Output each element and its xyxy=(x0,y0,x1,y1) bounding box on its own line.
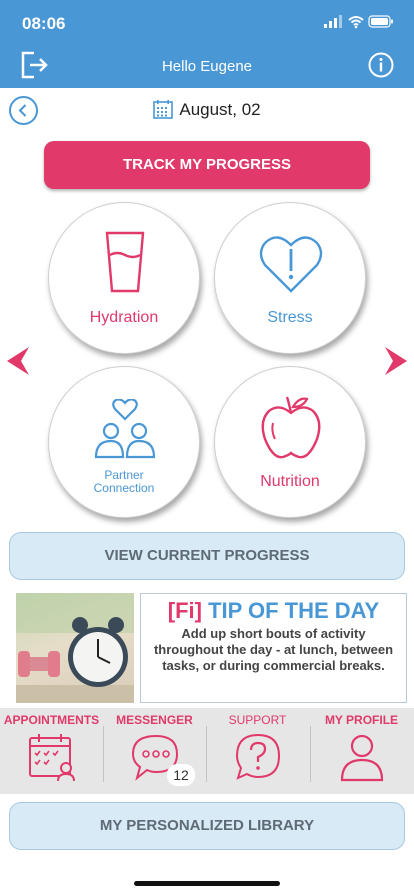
hydration-tile[interactable]: Hydration xyxy=(48,202,200,354)
glass-icon xyxy=(105,231,145,293)
partner-connection-tile[interactable]: Partner Connection xyxy=(48,366,200,518)
message-count-badge: 12 xyxy=(167,764,195,786)
nav-messenger[interactable]: MESSENGER 12 xyxy=(103,708,206,794)
track-progress-button[interactable]: TRACK MY PROGRESS xyxy=(44,141,370,189)
hydration-label: Hydration xyxy=(89,309,159,326)
question-bubble-icon xyxy=(235,733,281,780)
profile-icon xyxy=(340,734,384,782)
nav-support[interactable]: SUPPORT xyxy=(206,708,309,794)
info-icon xyxy=(368,52,394,78)
nav-support-label: SUPPORT xyxy=(228,713,287,727)
bottom-navigation: APPOINTMENTS MESSENGER 12 SUPPORT MY PRO… xyxy=(0,708,414,794)
header-bar: 08:06 Hello Eugene xyxy=(0,0,414,88)
partner-connection-label: Partner Connection xyxy=(93,468,155,495)
date-selector[interactable]: August, 02 xyxy=(0,99,414,120)
tip-text: Add up short bouts of activity throughou… xyxy=(153,626,394,673)
date-label: August, 02 xyxy=(179,100,261,119)
apple-icon xyxy=(261,396,321,459)
previous-page-button[interactable] xyxy=(3,345,31,382)
signal-bar xyxy=(339,15,342,28)
next-page-button[interactable] xyxy=(383,345,411,382)
nav-messenger-label: MESSENGER xyxy=(116,713,193,727)
home-indicator[interactable] xyxy=(134,881,280,886)
nav-appointments-label: APPOINTMENTS xyxy=(3,713,100,727)
status-icons xyxy=(324,15,394,34)
info-button[interactable] xyxy=(368,52,394,78)
nav-my-profile-label: MY PROFILE xyxy=(324,713,399,727)
arrow-right-icon xyxy=(385,347,407,375)
tip-of-the-day: [Fi] TIP OF THE DAY Add up short bouts o… xyxy=(140,593,407,703)
personalized-library-button[interactable]: MY PERSONALIZED LIBRARY xyxy=(9,802,405,850)
arrow-left-icon xyxy=(7,347,29,375)
view-current-progress-button[interactable]: VIEW CURRENT PROGRESS xyxy=(9,532,405,580)
nav-appointments[interactable]: APPOINTMENTS xyxy=(0,708,103,794)
stress-tile[interactable]: Stress xyxy=(214,202,366,354)
nutrition-tile[interactable]: Nutrition xyxy=(214,366,366,518)
signal-bar xyxy=(324,24,327,28)
tip-title: [Fi] TIP OF THE DAY xyxy=(167,598,380,623)
wifi-icon xyxy=(348,16,364,26)
page-title: Hello Eugene xyxy=(161,58,253,75)
signal-bar xyxy=(334,18,337,28)
partner-icon xyxy=(94,399,156,459)
calendar-icon xyxy=(153,100,174,119)
fi-logo: [Fi] xyxy=(167,598,202,623)
tip-image xyxy=(16,593,134,703)
heart-alert-icon xyxy=(259,236,323,293)
nav-my-profile[interactable]: MY PROFILE xyxy=(310,708,413,794)
calendar-user-icon xyxy=(29,734,75,782)
signal-bar xyxy=(329,21,332,28)
stress-label: Stress xyxy=(267,309,313,326)
nutrition-label: Nutrition xyxy=(260,473,320,490)
status-time: 08:06 xyxy=(22,14,66,33)
